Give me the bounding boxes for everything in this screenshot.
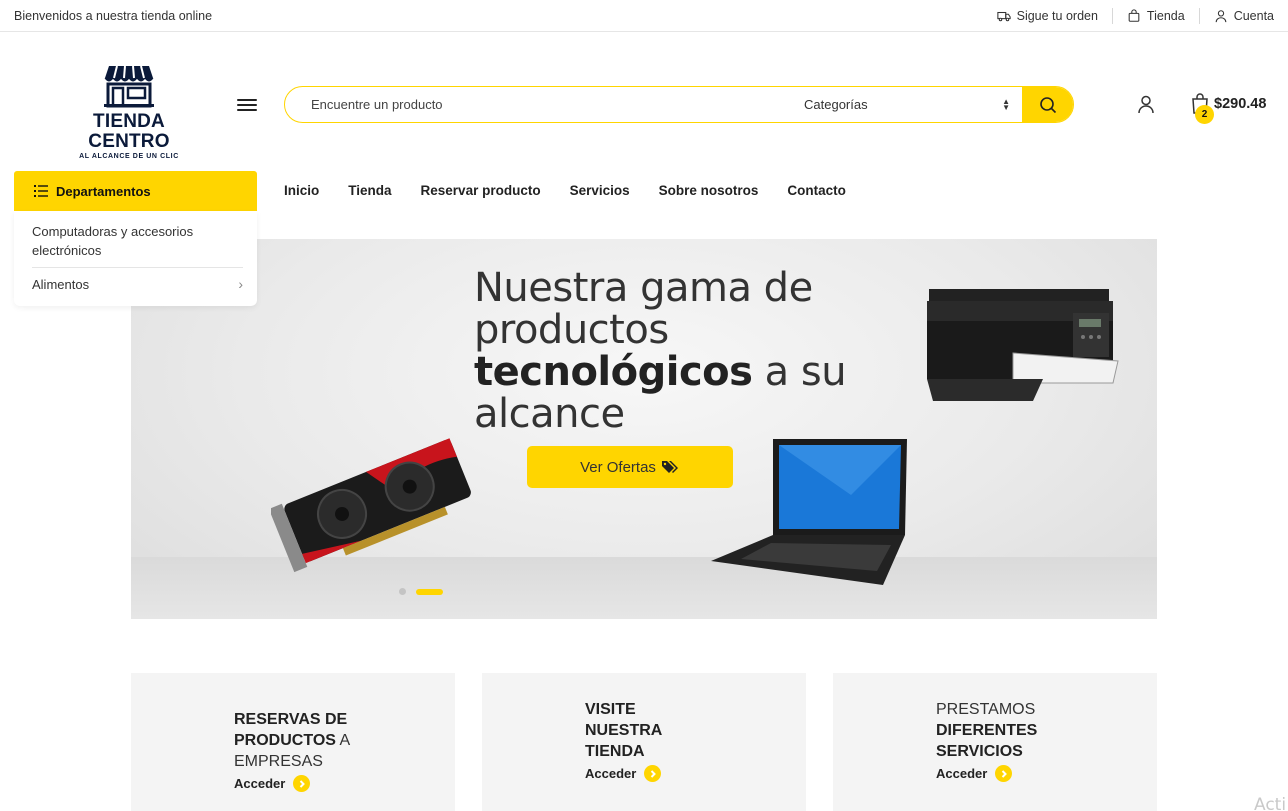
hero-heading-line-2: productos <box>474 307 669 353</box>
view-offers-button[interactable]: Ver Ofertas <box>527 446 733 488</box>
nav-about[interactable]: Sobre nosotros <box>659 182 759 200</box>
department-item-label: Alimentos <box>32 277 90 292</box>
departments-button[interactable]: Departamentos <box>14 171 257 211</box>
view-offers-label: Ver Ofertas <box>580 458 656 476</box>
nav-services[interactable]: Servicios <box>570 182 630 200</box>
hero-heading-line-3-rest: a su <box>752 349 847 395</box>
logo-tagline: AL ALCANCE DE UN CLIC <box>79 153 179 160</box>
cart-button[interactable]: 2 $290.48 <box>1190 92 1266 124</box>
shopping-bag-icon: 2 <box>1190 92 1214 124</box>
access-link-label: Acceder <box>234 776 286 791</box>
hero-heading-highlight: tecnológicos <box>474 349 753 395</box>
slider-dot-1[interactable] <box>399 588 406 595</box>
storefront-icon <box>104 65 154 108</box>
truck-icon <box>996 9 1011 23</box>
nav-store[interactable]: Tienda <box>348 182 391 200</box>
store-label: Tienda <box>1146 8 1185 23</box>
department-item-label: Computadoras y accesorios electrónicos <box>32 224 194 258</box>
nav-contact[interactable]: Contacto <box>787 182 846 200</box>
departments-label: Departamentos <box>56 183 151 199</box>
chevron-right-icon <box>644 765 662 782</box>
promo-card-title: PRESTAMOS DIFERENTES SERVICIOS <box>936 699 1066 762</box>
user-account-icon[interactable] <box>1136 94 1156 114</box>
promo-card-access-link[interactable]: Acceder <box>936 765 1013 782</box>
search-icon <box>1039 96 1056 113</box>
search-button[interactable] <box>1022 87 1073 122</box>
account-label: Cuenta <box>1233 8 1274 23</box>
site-logo[interactable]: TIENDA CENTRO AL ALCANCE DE UN CLIC <box>54 62 204 160</box>
hero-heading-line-3: tecnológicos a su <box>474 349 847 395</box>
track-order-label: Sigue tu orden <box>1016 8 1098 23</box>
promo-card-title: VISITE NUESTRA TIENDA <box>585 699 685 762</box>
chevron-right-icon: › <box>238 276 243 292</box>
category-select[interactable]: Categorías ▲ ▼ <box>786 87 1022 122</box>
slider-dots <box>399 588 443 595</box>
hero-heading: Nuestra gama de productos tecnológicos a… <box>474 265 847 437</box>
promo-card-services: PRESTAMOS DIFERENTES SERVICIOS Acceder <box>833 673 1157 811</box>
category-select-label: Categorías <box>804 97 868 112</box>
graphics-card-image <box>271 438 471 573</box>
hero-heading-line-4: alcance <box>474 391 625 437</box>
main-navigation: Inicio Tienda Reservar producto Servicio… <box>284 182 875 200</box>
hero-heading-line-1: Nuestra gama de <box>474 265 813 311</box>
search-bar: Categorías ▲▼ <box>284 86 1074 123</box>
chevron-right-icon <box>293 775 311 792</box>
promo-card-business: RESERVAS DE PRODUCTOS A EMPRESAS Acceder <box>131 673 455 811</box>
cart-count-badge: 2 <box>1195 105 1214 124</box>
laptop-image <box>711 439 907 585</box>
hero-slider: Nuestra gama de productos tecnológicos a… <box>131 239 1157 619</box>
promo-card-title-bold: VISITE NUESTRA TIENDA <box>585 701 662 760</box>
track-order-link[interactable]: Sigue tu orden <box>983 8 1112 24</box>
access-link-label: Acceder <box>936 766 988 781</box>
department-item-food[interactable]: Alimentos › <box>32 268 243 294</box>
store-link[interactable]: Tienda <box>1113 8 1199 24</box>
welcome-text: Bienvenidos a nuestra tienda online <box>14 8 213 23</box>
activation-watermark: Acti <box>1254 795 1287 811</box>
promo-card-access-link[interactable]: Acceder <box>585 765 662 782</box>
slider-dot-2[interactable] <box>416 588 443 595</box>
top-bar: Bienvenidos a nuestra tienda online Sigu… <box>0 0 1288 32</box>
promo-card-access-link[interactable]: Acceder <box>234 775 311 792</box>
promo-card-title-bold: RESERVAS DE PRODUCTOS <box>234 711 348 749</box>
select-arrows-icon: ▲ ▼ <box>1002 96 1010 112</box>
departments-menu: Computadoras y accesorios electrónicos A… <box>14 211 257 306</box>
menu-icon[interactable] <box>237 96 257 114</box>
printer-image <box>927 289 1119 401</box>
user-icon <box>1214 9 1228 23</box>
tags-icon <box>661 461 678 473</box>
list-icon <box>34 185 48 197</box>
nav-reserve-product[interactable]: Reservar producto <box>421 182 541 200</box>
logo-name: TIENDA CENTRO <box>88 111 170 152</box>
promo-card-title-light: PRESTAMOS <box>936 701 1036 718</box>
nav-home[interactable]: Inicio <box>284 182 319 200</box>
access-link-label: Acceder <box>585 766 637 781</box>
search-input[interactable] <box>285 87 786 122</box>
promo-card-visit-store: VISITE NUESTRA TIENDA Acceder <box>482 673 806 811</box>
chevron-right-icon <box>995 765 1013 782</box>
account-link[interactable]: Cuenta <box>1200 8 1274 24</box>
promo-card-title-bold: DIFERENTES SERVICIOS <box>936 722 1038 760</box>
department-item-computers[interactable]: Computadoras y accesorios electrónicos <box>32 211 243 268</box>
cart-total: $290.48 <box>1214 96 1267 112</box>
bag-icon <box>1127 8 1141 23</box>
top-bar-links: Sigue tu orden Tienda Cuenta <box>983 0 1274 31</box>
promo-card-title: RESERVAS DE PRODUCTOS A EMPRESAS <box>234 709 404 772</box>
